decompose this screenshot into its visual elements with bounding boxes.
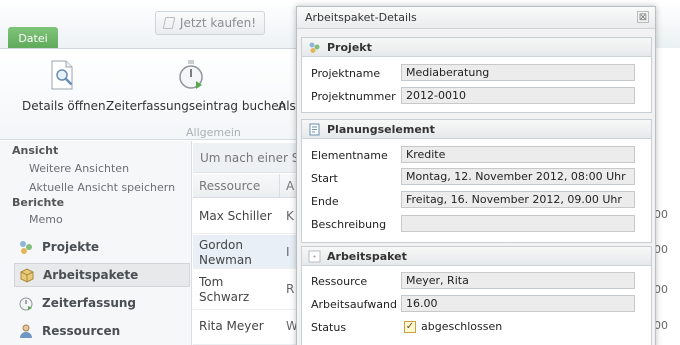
field-beschreibung[interactable] bbox=[401, 215, 635, 232]
file-tab[interactable]: Datei bbox=[8, 27, 58, 49]
dialog-title: Arbeitspaket-Details bbox=[305, 11, 417, 24]
package-icon bbox=[308, 250, 321, 262]
nav-item-zeiterfassung[interactable]: Zeiterfassung bbox=[14, 291, 190, 315]
panel-projekt: Projekt Projektname Mediaberatung Projek… bbox=[301, 37, 652, 113]
row-name: Gordon Newman bbox=[199, 238, 252, 267]
panel-arbeitspaket: Arbeitspaket Ressource Meyer, Rita Arbei… bbox=[301, 246, 652, 345]
panel-header-planungselement: Planungselement bbox=[302, 120, 651, 139]
nav-label-zeiterfassung: Zeiterfassung bbox=[42, 296, 137, 310]
row-value-partial: 00 bbox=[654, 319, 668, 332]
nav-item-ressourcen[interactable]: Ressourcen bbox=[14, 319, 190, 343]
nav-label-ressourcen: Ressourcen bbox=[42, 324, 121, 338]
section-heading-berichte: Berichte bbox=[12, 196, 65, 209]
buy-now-button[interactable]: Jetzt kaufen! bbox=[155, 11, 265, 35]
label-start: Start bbox=[311, 172, 338, 185]
field-projektname[interactable]: Mediaberatung bbox=[401, 64, 635, 81]
row-name: Max Schiller bbox=[199, 209, 272, 223]
panel-title-planungselement: Planungselement bbox=[327, 122, 435, 136]
field-ressource[interactable]: Meyer, Rita bbox=[401, 272, 635, 289]
row-value-partial: 00 bbox=[654, 243, 668, 256]
projects-icon bbox=[20, 241, 32, 254]
dialog-title-bar[interactable]: Arbeitspaket-Details ⊠ bbox=[297, 7, 655, 29]
close-icon[interactable]: ⊠ bbox=[637, 11, 649, 23]
field-elementname[interactable]: Kredite bbox=[401, 146, 635, 163]
field-projektnummer[interactable]: 2012-0010 bbox=[401, 87, 635, 104]
work-package-details-dialog: Arbeitspaket-Details ⊠ Projekt Projektna… bbox=[296, 6, 656, 345]
field-arbeitsaufwand[interactable]: 16.00 bbox=[401, 295, 635, 312]
label-ende: Ende bbox=[311, 195, 339, 208]
projects-icon bbox=[309, 42, 320, 53]
field-start[interactable]: Montag, 12. November 2012, 08:00 Uhr bbox=[401, 168, 635, 185]
link-weitere-ansichten[interactable]: Weitere Ansichten bbox=[29, 162, 129, 175]
plan-document-icon bbox=[309, 123, 320, 135]
table-row[interactable]: Max Schiller K bbox=[193, 200, 303, 234]
link-memo[interactable]: Memo bbox=[29, 213, 63, 226]
panel-title-projekt: Projekt bbox=[327, 40, 372, 54]
label-beschreibung: Beschreibung bbox=[311, 218, 387, 231]
row-cell: R bbox=[286, 282, 295, 296]
person-icon bbox=[20, 324, 32, 338]
nav-label-arbeitspakete: Arbeitspakete bbox=[43, 268, 139, 282]
label-projektname: Projektname bbox=[311, 67, 381, 80]
status-checkbox[interactable]: ✓ bbox=[404, 321, 416, 333]
ribbon-group-label: Allgemein bbox=[186, 126, 241, 139]
status-checkbox-label[interactable]: abgeschlossen bbox=[421, 320, 502, 333]
book-time-entry-button[interactable]: Zeiterfassungseintrag buchen bbox=[106, 49, 286, 119]
row-value-partial: 00 bbox=[654, 283, 668, 296]
panel-planungselement: Planungselement Elementname Kredite Star… bbox=[301, 119, 652, 243]
link-ansicht-speichern[interactable]: Aktuelle Ansicht speichern bbox=[29, 181, 175, 194]
book-time-entry-label: Zeiterfassungseintrag buchen bbox=[106, 99, 287, 113]
column-search-hint[interactable]: Um nach einer Sp bbox=[193, 143, 303, 173]
details-open-label: Details öffnen bbox=[22, 99, 106, 113]
table-row[interactable]: Gordon Newman I bbox=[193, 235, 303, 269]
label-status: Status bbox=[311, 321, 347, 334]
row-cell: I bbox=[286, 245, 290, 259]
label-elementname: Elementname bbox=[311, 149, 388, 162]
table-row[interactable]: Rita Meyer W bbox=[193, 311, 303, 345]
row-cell: K bbox=[286, 209, 294, 223]
magnifier-document-icon bbox=[51, 60, 73, 90]
label-ressource: Ressource bbox=[311, 275, 368, 288]
row-name: Rita Meyer bbox=[199, 319, 264, 333]
details-open-button[interactable]: Details öffnen bbox=[22, 49, 106, 119]
nav-item-projekte[interactable]: Projekte bbox=[14, 235, 190, 259]
row-value-partial: 00 bbox=[654, 208, 668, 221]
field-ende[interactable]: Freitag, 16. November 2012, 09.00 Uhr bbox=[401, 191, 635, 208]
row-name: Tom Schwarz bbox=[199, 275, 250, 304]
column-header-ressource[interactable]: Ressource bbox=[193, 179, 260, 193]
nav-item-arbeitspakete[interactable]: Arbeitspakete bbox=[14, 263, 190, 287]
price-tag-icon bbox=[162, 17, 176, 29]
section-heading-ansicht: Ansicht bbox=[12, 144, 59, 157]
ribbon: Details öffnen Zeiterfassungseintrag buc… bbox=[0, 48, 300, 140]
panel-header-projekt: Projekt bbox=[302, 38, 651, 57]
table-row[interactable]: Tom Schwarz R bbox=[193, 270, 303, 310]
panel-title-arbeitspaket: Arbeitspaket bbox=[327, 249, 407, 263]
list-header: Ressource A bbox=[193, 173, 303, 198]
stopwatch-icon bbox=[179, 60, 203, 89]
nav-label-projekte: Projekte bbox=[42, 240, 100, 254]
buy-now-label: Jetzt kaufen! bbox=[179, 16, 257, 30]
clock-icon bbox=[19, 297, 33, 311]
column-header-2[interactable]: A bbox=[279, 173, 294, 198]
save-as-label: Als bbox=[278, 99, 296, 113]
left-navigation: Ansicht Weitere Ansichten Aktuelle Ansic… bbox=[0, 141, 192, 345]
label-projektnummer: Projektnummer bbox=[311, 90, 396, 103]
panel-header-arbeitspaket: Arbeitspaket bbox=[302, 247, 651, 266]
box-icon bbox=[20, 268, 34, 283]
